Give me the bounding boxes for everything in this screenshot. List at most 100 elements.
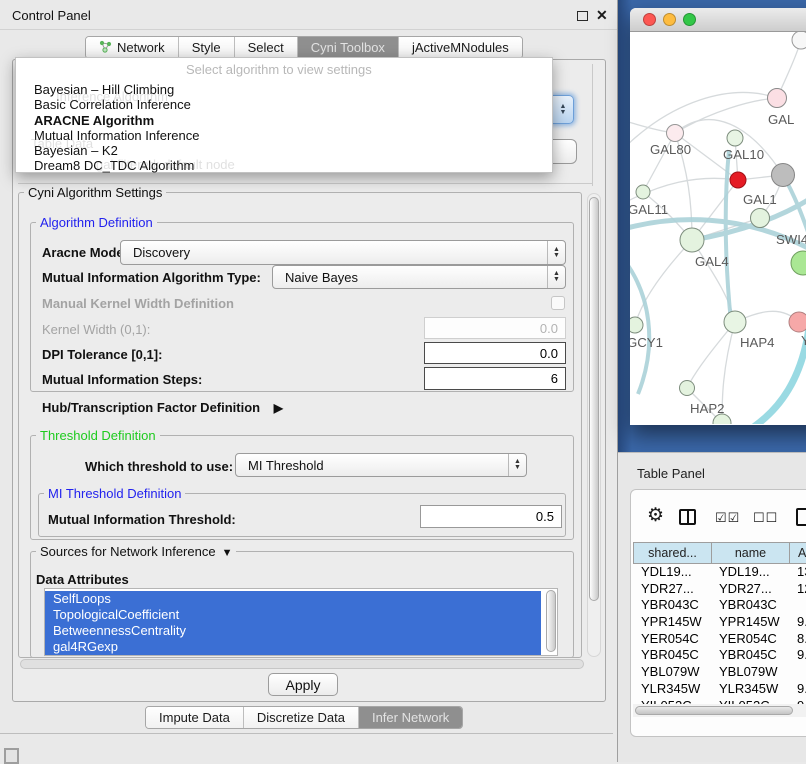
table-header-row: shared...nameA [633,542,806,564]
column-header[interactable]: shared... [633,543,711,563]
network-window-titlebar[interactable] [630,8,806,32]
dpi-tolerance-input[interactable] [424,342,566,364]
network-view-window[interactable]: GALGAL80GAL10GAL1SWI4GAL11GAL4GCY1HAP4YH… [630,8,806,425]
network-node-hap2[interactable] [680,381,695,396]
bottom-tab-impute-data[interactable]: Impute Data [146,707,244,728]
checked-checkboxes-icon[interactable]: ☑☑ [715,510,740,526]
network-icon [99,40,112,56]
manual-kernel-label: Manual Kernel Width Definition [42,296,234,311]
attributes-scrollbar[interactable] [546,590,556,652]
data-attributes-list[interactable]: SelfLoopsTopologicalCoefficientBetweenne… [44,588,558,656]
close-traffic-light-icon[interactable] [643,13,656,26]
table-cell: YBL079W [711,664,789,681]
tab-jactivemnodules[interactable]: jActiveMNodules [399,37,522,58]
table-cell: 9. [789,614,806,631]
hub-definition-expander[interactable]: Hub/Transcription Factor Definition ▶ [42,400,283,415]
data-attribute-item[interactable]: SelfLoops [45,591,541,607]
network-node-y[interactable] [789,312,806,332]
aracne-mode-value: Discovery [121,245,547,260]
gear-icon[interactable]: ⚙ [647,504,664,527]
tab-label: Network [117,40,165,55]
table-cell: YDL19... [711,564,789,581]
algorithm-option[interactable]: ARACNE Algorithm [16,113,552,128]
page-icon[interactable] [796,508,806,526]
table-cell: YBL079W [633,664,711,681]
zoom-traffic-light-icon[interactable] [683,13,696,26]
bottom-tab-infer-network[interactable]: Infer Network [359,707,462,728]
highlighted-edges [630,150,806,424]
network-node-gal11[interactable] [636,185,650,199]
table-row[interactable]: YPR145WYPR145W9. [633,614,806,631]
table-cell: YER054C [711,631,789,648]
data-attribute-item[interactable]: gal4RGexp [45,639,541,655]
table-row[interactable]: YBL079WYBL079W [633,664,806,681]
aracne-mode-select[interactable]: Discovery ▲▼ [120,240,566,265]
mi-threshold-input[interactable] [420,505,562,528]
control-panel-titlebar: Control Panel ✕ [0,0,617,30]
node-label: GAL4 [695,254,729,269]
mi-type-label: Mutual Information Algorithm Type: [42,270,261,285]
settings-scrollbar[interactable] [587,193,601,657]
network-node[interactable] [772,164,795,187]
expander-collapsed-icon: ▶ [274,401,283,415]
network-node-gal80[interactable] [667,125,684,142]
node-label: SWI4 [776,232,806,247]
tab-label: Infer Network [372,710,449,725]
data-attribute-item[interactable]: TopologicalCoefficient [45,607,541,623]
table-horizontal-scrollbar[interactable] [633,704,806,717]
tab-label: Style [192,40,221,55]
scrollbar-thumb[interactable] [589,197,599,601]
which-threshold-select[interactable]: MI Threshold ▲▼ [235,453,527,477]
table-row[interactable]: YDL19...YDL19...13 [633,564,806,581]
table-cell: YBR043C [633,597,711,614]
node-label: GAL11 [630,202,668,217]
table-row[interactable]: YDR27...YDR27...12 [633,581,806,598]
table-panel: Table Panel ⚙ ☑☑ ☐☐ shared...nameA YDL19… [618,452,806,762]
algorithm-option[interactable]: Mutual Information Inference [16,128,552,143]
column-header[interactable]: A [789,543,806,563]
manual-kernel-checkbox[interactable] [551,296,565,310]
network-node-gal[interactable] [768,89,787,108]
network-node-swi4[interactable] [751,209,770,228]
apply-button[interactable]: Apply [268,673,338,696]
table-panel-title: Table Panel [637,466,705,481]
tab-cyni-toolbox[interactable]: Cyni Toolbox [298,37,399,58]
bottom-tab-discretize-data[interactable]: Discretize Data [244,707,359,728]
table-row[interactable]: YER054CYER054C8. [633,631,806,648]
table-cell: YPR145W [633,614,711,631]
data-attribute-item[interactable]: BetweennessCentrality [45,623,541,639]
algorithm-definition-legend: Algorithm Definition [36,215,157,230]
table-cell: YLR345W [711,681,789,698]
threshold-definition-legend: Threshold Definition [36,428,160,443]
table-row[interactable]: YBR043CYBR043C [633,597,806,614]
node-label: HAP4 [740,335,774,350]
network-node[interactable] [791,251,806,275]
ghost-text: Table Data [31,136,93,151]
network-node-hap4[interactable] [724,311,746,333]
network-canvas[interactable]: GALGAL80GAL10GAL1SWI4GAL11GAL4GCY1HAP4YH… [630,32,806,424]
tab-label: Cyni Toolbox [311,40,385,55]
mi-type-select[interactable]: Naive Bayes ▲▼ [272,265,566,289]
close-icon[interactable]: ✕ [596,7,608,24]
unchecked-checkboxes-icon[interactable]: ☐☐ [753,510,778,526]
mi-steps-input[interactable] [424,367,566,390]
table-row[interactable]: YLR345WYLR345W9. [633,681,806,698]
tab-network[interactable]: Network [86,37,179,58]
tab-style[interactable]: Style [179,37,235,58]
groupbox-edge-fragment [592,64,593,186]
column-header[interactable]: name [711,543,789,563]
float-panel-icon[interactable] [577,11,588,21]
network-node-gal4[interactable] [680,228,704,252]
scrollbar-thumb[interactable] [635,706,793,715]
tab-select[interactable]: Select [235,37,298,58]
network-node[interactable] [792,32,806,49]
minimize-traffic-light-icon[interactable] [663,13,676,26]
table-row[interactable]: YBR045CYBR045C9. [633,647,806,664]
network-node-gal1[interactable] [730,172,746,188]
network-node-gcy1[interactable] [630,317,643,333]
dpi-tolerance-label: DPI Tolerance [0,1]: [42,347,162,362]
sources-legend[interactable]: Sources for Network Inference▼ [36,544,236,559]
network-node-gal10[interactable] [727,130,743,146]
algorithm-combo-stepper-fragment[interactable]: ▲ ▼ [553,95,574,124]
columns-icon[interactable] [679,509,696,525]
